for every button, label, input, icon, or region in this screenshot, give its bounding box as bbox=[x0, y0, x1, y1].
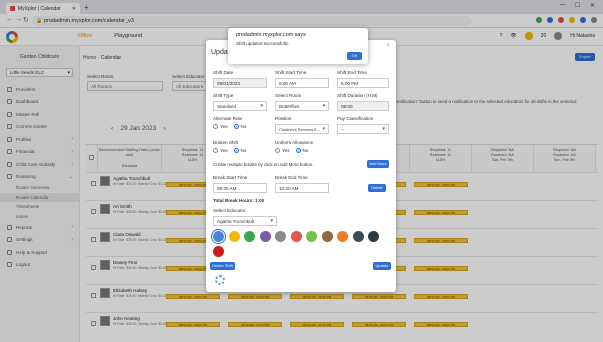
color-swatch[interactable] bbox=[352, 231, 364, 242]
color-swatch[interactable] bbox=[290, 231, 302, 242]
position-label: Position bbox=[275, 116, 292, 121]
color-swatch[interactable] bbox=[211, 229, 226, 244]
color-swatch[interactable] bbox=[306, 231, 317, 242]
uniform-yes-radio[interactable] bbox=[275, 148, 280, 153]
shift-date-label: Shift Date bbox=[213, 70, 234, 75]
close-icon[interactable]: × bbox=[386, 43, 390, 49]
end-time-input[interactable]: 5:00 PM bbox=[337, 78, 389, 88]
broken-shift-label: Broken Shift bbox=[213, 140, 239, 145]
broken-no-label: No bbox=[240, 148, 247, 153]
alt-role-yes-radio[interactable] bbox=[213, 124, 218, 129]
color-swatch[interactable] bbox=[321, 231, 333, 242]
alt-role-no-radio[interactable] bbox=[233, 124, 239, 129]
break-end-label: Break End Time bbox=[275, 175, 308, 180]
position-select[interactable]: Children's Services E... bbox=[275, 124, 329, 134]
alert-message: Shift updated successfully. bbox=[236, 41, 289, 46]
alert-title: prodadmin.myxplor.com says bbox=[236, 32, 306, 38]
start-time-input[interactable]: 8:00 AM bbox=[275, 78, 329, 88]
add-more-button[interactable]: Add More bbox=[367, 160, 389, 168]
color-swatch[interactable] bbox=[244, 231, 255, 242]
room-label: Select Room bbox=[275, 93, 302, 98]
loading-spinner-icon bbox=[215, 275, 225, 285]
uniform-yes-label: Yes bbox=[282, 148, 290, 153]
uniform-radios: Yes No bbox=[275, 148, 308, 153]
delete-shift-button[interactable]: Delete Shift bbox=[210, 262, 235, 270]
browser-alert-dialog: prodadmin.myxplor.com says Shift updated… bbox=[228, 28, 368, 64]
room-select[interactable]: Butterflies bbox=[275, 101, 329, 111]
break-end-input[interactable]: 10:30 AM bbox=[275, 183, 329, 193]
alt-role-no-label: No bbox=[240, 124, 247, 129]
color-swatch[interactable] bbox=[275, 231, 286, 242]
broken-yes-radio[interactable] bbox=[213, 148, 218, 153]
shift-type-label: Shift Type bbox=[213, 93, 234, 98]
broken-no-radio[interactable] bbox=[233, 148, 239, 153]
broken-yes-label: Yes bbox=[220, 148, 228, 153]
pay-class-label: Pay Classification bbox=[337, 116, 374, 121]
duration-field: 08:00 bbox=[337, 101, 389, 111]
color-swatch[interactable] bbox=[228, 231, 240, 242]
break-start-input[interactable]: 09:30 AM bbox=[213, 183, 267, 193]
uniform-label: Uniform Allowance bbox=[275, 140, 314, 145]
shift-type-select[interactable]: Standard bbox=[213, 101, 267, 111]
color-swatch[interactable] bbox=[259, 231, 271, 242]
break-start-label: Break Start Time bbox=[213, 175, 248, 180]
delete-break-button[interactable]: Delete bbox=[368, 184, 386, 192]
uniform-no-label: No bbox=[302, 148, 309, 153]
alert-ok-button[interactable]: OK bbox=[347, 52, 362, 60]
alt-role-yes-label: Yes bbox=[220, 124, 228, 129]
duration-label: Shift Duration (H:M) bbox=[337, 93, 378, 98]
broken-shift-radios: Yes No bbox=[213, 148, 246, 153]
pay-class-select[interactable]: -- bbox=[337, 124, 389, 134]
breaks-hint: Create multiple breaks by click on Add M… bbox=[213, 162, 314, 167]
color-swatch[interactable] bbox=[368, 231, 379, 242]
educator-select[interactable]: Agatha Trunchbull bbox=[213, 216, 277, 226]
select-educator-label: Select Educator bbox=[213, 208, 246, 213]
alt-role-radios: Yes No bbox=[213, 124, 246, 129]
alt-role-label: Alternate Role bbox=[213, 116, 243, 121]
uniform-no-radio[interactable] bbox=[295, 148, 301, 153]
shift-date-input[interactable]: 09/01/2023 bbox=[213, 78, 267, 88]
total-break-hours: Total Break Hours: 1:00 bbox=[213, 198, 265, 203]
color-swatch[interactable] bbox=[213, 246, 224, 257]
update-button[interactable]: Update bbox=[373, 262, 391, 270]
end-time-label: Shift End Time bbox=[337, 70, 367, 75]
update-shift-modal: Update Shift × Shift Date 09/01/2023 Shi… bbox=[206, 40, 396, 292]
start-time-label: Shift Start Time bbox=[275, 70, 307, 75]
color-swatch[interactable] bbox=[337, 231, 348, 242]
